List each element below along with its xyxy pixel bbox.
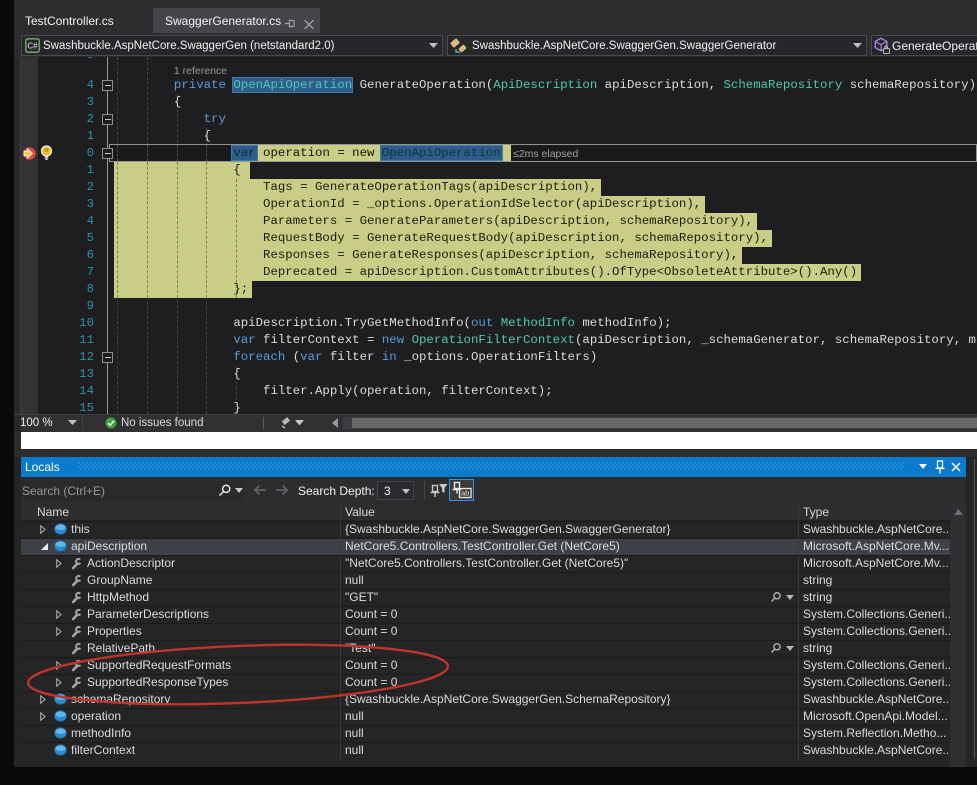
- svg-text:ab: ab: [461, 489, 469, 498]
- svg-text:C#: C#: [27, 42, 38, 51]
